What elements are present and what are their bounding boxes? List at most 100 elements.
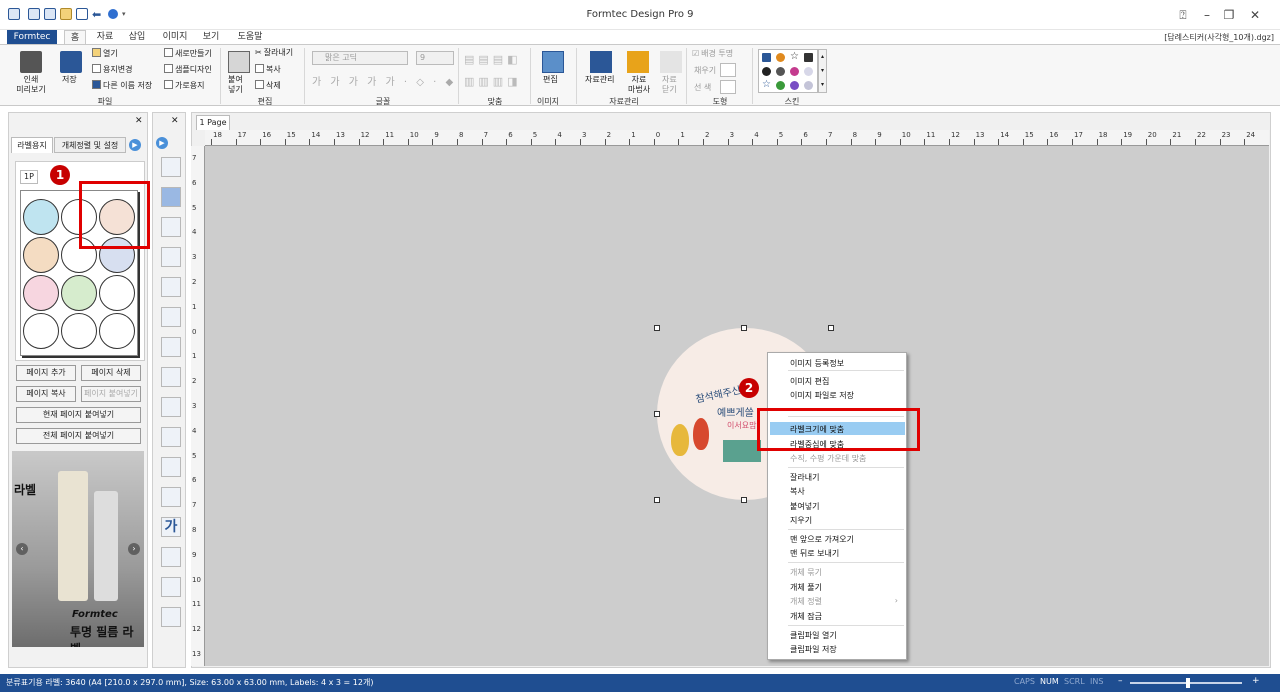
barcode2-tool-icon[interactable] bbox=[161, 397, 181, 417]
paper-change-button[interactable]: 용지변경 bbox=[92, 64, 132, 75]
minimize-button[interactable]: – bbox=[1196, 6, 1218, 24]
delete-button[interactable]: 삭제 bbox=[255, 80, 281, 91]
skin-scroll[interactable]: ▴ ▾ ▾ bbox=[818, 49, 827, 93]
zoom-slider-thumb[interactable] bbox=[1186, 678, 1190, 688]
skin-light-icon[interactable] bbox=[804, 67, 813, 76]
paste-page-button[interactable]: 페이지 붙여넣기 bbox=[81, 386, 141, 402]
context-menu-item[interactable]: 개체 풀기 bbox=[790, 582, 822, 593]
vertical-text-tool-icon[interactable] bbox=[161, 277, 181, 297]
close-button[interactable]: ✕ bbox=[1244, 6, 1266, 24]
clipart-tool-icon[interactable] bbox=[161, 547, 181, 567]
play-icon[interactable]: ▶ bbox=[129, 139, 141, 151]
label-11[interactable] bbox=[61, 313, 97, 349]
context-menu-item[interactable]: 개체 잠금 bbox=[790, 611, 822, 622]
sample-design-button[interactable]: 샘플디자인 bbox=[164, 64, 212, 75]
font-tool-icon[interactable]: 가 bbox=[161, 517, 181, 537]
tab-formtec[interactable]: Formtec bbox=[7, 30, 57, 44]
label-10[interactable] bbox=[23, 313, 59, 349]
add-page-button[interactable]: 페이지 추가 bbox=[16, 365, 76, 381]
copy-button[interactable]: 복사 bbox=[255, 64, 281, 75]
print-preview-button[interactable]: 인쇄 미리보기 bbox=[14, 75, 48, 95]
close-panel-icon[interactable]: ✕ bbox=[135, 116, 143, 126]
delete-page-button[interactable]: 페이지 삭제 bbox=[81, 365, 141, 381]
tab-object-settings[interactable]: 개체정렬 및 설정 bbox=[54, 137, 126, 153]
skin-blue-icon[interactable] bbox=[762, 53, 771, 62]
qr-tool-icon[interactable] bbox=[161, 337, 181, 357]
label-4[interactable] bbox=[23, 237, 59, 273]
skin-star-blue-icon[interactable]: ☆ bbox=[762, 79, 771, 90]
font-size-select[interactable]: 9 bbox=[416, 51, 454, 65]
context-menu-item[interactable]: 수직, 수평 가운데 맞춤 bbox=[790, 453, 866, 464]
advertisement-banner[interactable]: 라벨 ‹ › Formtec 투명 필름 라벨 bbox=[12, 451, 144, 647]
context-menu-item[interactable]: 맨 뒤로 보내기 bbox=[790, 548, 839, 559]
context-menu-item[interactable]: 클립파일 열기 bbox=[790, 630, 837, 641]
barcode-tool-icon[interactable] bbox=[161, 367, 181, 387]
tab-view[interactable]: 보기 bbox=[198, 30, 224, 44]
label-12[interactable] bbox=[99, 313, 135, 349]
skin-gray-icon[interactable] bbox=[776, 67, 785, 76]
select-tool-icon[interactable] bbox=[161, 157, 181, 177]
tab-label-paper[interactable]: 라벨용지 bbox=[11, 137, 53, 153]
context-menu-item[interactable]: 맨 앞으로 가져오기 bbox=[790, 534, 854, 545]
context-menu-item[interactable]: 지우기 bbox=[790, 515, 812, 526]
context-menu-item[interactable]: 붙여넣기 bbox=[790, 501, 819, 512]
canvas[interactable]: 참석해주신 예쁘게쓸 이서요맘 bbox=[205, 146, 1269, 666]
resize-handle-tr[interactable] bbox=[828, 325, 834, 331]
toolbar-play-icon[interactable]: ▶ bbox=[156, 137, 168, 149]
skin-silver-icon[interactable] bbox=[804, 81, 813, 90]
save-as-button[interactable]: 다른 이름 저장 bbox=[92, 80, 152, 91]
tab-data[interactable]: 자료 bbox=[92, 30, 118, 44]
data-manage-button[interactable]: 자료관리 bbox=[585, 75, 614, 85]
skin-star-icon[interactable]: ☆ bbox=[790, 51, 799, 62]
align-buttons-row1[interactable]: ▤▤▤◧ bbox=[464, 53, 522, 66]
font-name-select[interactable]: 맑은 고딕 bbox=[312, 51, 408, 65]
skin-purple-icon[interactable] bbox=[790, 81, 799, 90]
paste-all-pages-button[interactable]: 전체 페이지 붙여넣기 bbox=[16, 428, 141, 444]
text-box-tool-icon[interactable] bbox=[161, 247, 181, 267]
paste-current-page-button[interactable]: 현재 페이지 붙여넣기 bbox=[16, 407, 141, 423]
tab-image[interactable]: 이미지 bbox=[158, 30, 192, 44]
zoom-out-icon[interactable]: – bbox=[1118, 676, 1123, 686]
resize-handle-t[interactable] bbox=[741, 325, 747, 331]
context-menu-item[interactable]: 이미지 편집 bbox=[790, 376, 829, 387]
copy-page-button[interactable]: 페이지 복사 bbox=[16, 386, 76, 402]
landscape-button[interactable]: 가로용지 bbox=[164, 80, 204, 91]
skin-green-icon[interactable] bbox=[776, 81, 785, 90]
table-tool-icon[interactable] bbox=[161, 457, 181, 477]
paste-button[interactable]: 붙여 넣기 bbox=[228, 75, 243, 95]
zoom-in-icon[interactable]: + bbox=[1252, 676, 1260, 686]
resize-handle-bl[interactable] bbox=[654, 497, 660, 503]
tab-home[interactable]: 홈 bbox=[64, 30, 86, 44]
new-button[interactable]: 새로만들기 bbox=[164, 48, 212, 59]
open-button[interactable]: 열기 bbox=[92, 48, 118, 59]
image-edit-button[interactable]: 편집 bbox=[543, 75, 558, 85]
resize-handle-l[interactable] bbox=[654, 411, 660, 417]
context-menu-item[interactable]: 개체 묶기 bbox=[790, 567, 822, 578]
disc-tool-icon[interactable] bbox=[161, 607, 181, 627]
context-menu-item[interactable]: 잘라내기 bbox=[790, 472, 819, 483]
bg-transparent-checkbox[interactable]: ☑ 배경 투명 bbox=[692, 49, 733, 59]
data-close-button[interactable]: 자료 닫기 bbox=[662, 75, 677, 95]
data-wizard-button[interactable]: 자료 마법사 bbox=[628, 75, 650, 95]
image-tool-icon[interactable] bbox=[161, 577, 181, 597]
resize-handle-tl[interactable] bbox=[654, 325, 660, 331]
page-tab-1p[interactable]: 1P bbox=[20, 170, 38, 184]
label-8[interactable] bbox=[61, 275, 97, 311]
tab-insert[interactable]: 삽입 bbox=[124, 30, 150, 44]
skin-pink-icon[interactable] bbox=[790, 67, 799, 76]
skin-black-icon[interactable] bbox=[762, 67, 771, 76]
context-menu-item[interactable]: 이미지 파일로 저장 bbox=[790, 390, 854, 401]
restore-button[interactable]: ❐ bbox=[1218, 6, 1240, 24]
text-style-tool-icon[interactable] bbox=[161, 307, 181, 327]
save-button[interactable]: 저장 bbox=[62, 75, 77, 85]
resize-handle-b[interactable] bbox=[741, 497, 747, 503]
skin-dark-icon[interactable] bbox=[804, 53, 813, 62]
text-tool-icon[interactable] bbox=[161, 217, 181, 237]
skin-gallery[interactable]: ☆ ☆ bbox=[758, 49, 818, 93]
context-menu-item[interactable]: 복사 bbox=[790, 486, 805, 497]
align-buttons-row2[interactable]: ▥▥▥◨ bbox=[464, 75, 522, 88]
person-tool-icon[interactable] bbox=[161, 427, 181, 447]
cross-tool-icon[interactable] bbox=[161, 187, 181, 207]
line-color-picker[interactable] bbox=[720, 80, 736, 94]
label-1[interactable] bbox=[23, 199, 59, 235]
